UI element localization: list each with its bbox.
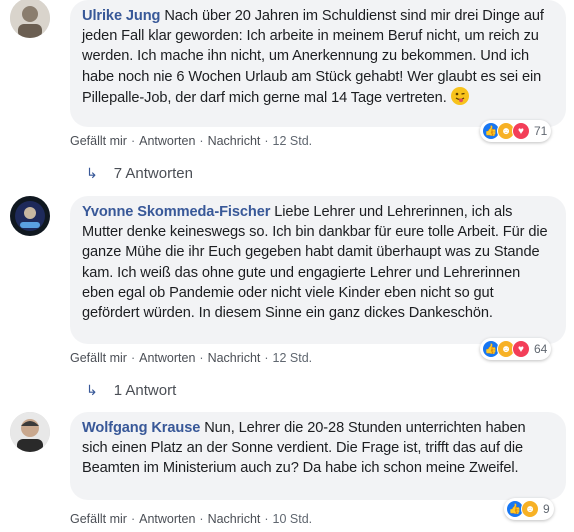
comment-bubble: Ulrike Jung Nach über 20 Jahren im Schul… bbox=[70, 0, 566, 127]
reply-arrow-icon: ↳ bbox=[86, 382, 98, 398]
timestamp[interactable]: 12 Std. bbox=[273, 351, 313, 365]
avatar[interactable] bbox=[10, 196, 50, 236]
reply-button[interactable]: Antworten bbox=[139, 134, 195, 148]
avatar[interactable] bbox=[10, 0, 50, 38]
reply-button[interactable]: Antworten bbox=[139, 351, 195, 365]
comment-text: Ulrike Jung Nach über 20 Jahren im Schul… bbox=[82, 6, 554, 108]
message-button[interactable]: Nachricht bbox=[208, 512, 261, 526]
view-replies-link[interactable]: ↳ 1 Antwort bbox=[86, 382, 176, 399]
message-button[interactable]: Nachricht bbox=[208, 351, 261, 365]
reactions-count: 71 bbox=[534, 124, 548, 138]
timestamp[interactable]: 12 Std. bbox=[273, 134, 313, 148]
comment-actions: Gefällt mir · Antworten · Nachricht · 12 Std. bbox=[70, 351, 313, 365]
like-button[interactable]: Gefällt mir bbox=[70, 512, 127, 526]
comment-body: Liebe Lehrer und Lehrerinnen, ich als Mu… bbox=[82, 204, 548, 322]
reactions-summary[interactable]: 👍 ☻ ♥ 64 bbox=[480, 338, 552, 360]
reply-button[interactable]: Antworten bbox=[139, 512, 195, 526]
avatar[interactable] bbox=[10, 412, 50, 452]
love-reaction-icon: ♥ bbox=[512, 340, 530, 358]
like-button[interactable]: Gefällt mir bbox=[70, 351, 127, 365]
timestamp[interactable]: 10 Std. bbox=[273, 512, 313, 526]
comment-actions: Gefällt mir · Antworten · Nachricht · 10 Std. bbox=[70, 512, 313, 526]
reactions-summary[interactable]: 👍 ☻ 9 bbox=[504, 498, 554, 520]
like-button[interactable]: Gefällt mir bbox=[70, 134, 127, 148]
author-name[interactable]: Wolfgang Krause bbox=[82, 420, 200, 436]
reactions-summary[interactable]: 👍 ☻ ♥ 71 bbox=[480, 120, 552, 142]
reactions-count: 64 bbox=[534, 342, 548, 356]
author-name[interactable]: Ulrike Jung bbox=[82, 8, 160, 24]
comment-actions: Gefällt mir · Antworten · Nachricht · 12 Std. bbox=[70, 134, 313, 148]
comment-text: Wolfgang Krause Nun, Lehrer die 20-28 St… bbox=[82, 418, 554, 479]
replies-label: 7 Antworten bbox=[113, 165, 193, 182]
winking-tongue-emoji-icon bbox=[450, 86, 469, 105]
author-name[interactable]: Yvonne Skommeda-Fischer bbox=[82, 204, 270, 220]
replies-label: 1 Antwort bbox=[113, 382, 177, 399]
haha-reaction-icon: ☻ bbox=[521, 500, 539, 518]
reactions-count: 9 bbox=[543, 502, 550, 516]
view-replies-link[interactable]: ↳ 7 Antworten bbox=[86, 165, 193, 182]
comment-text: Yvonne Skommeda-Fischer Liebe Lehrer und… bbox=[82, 202, 554, 323]
comment-bubble: Yvonne Skommeda-Fischer Liebe Lehrer und… bbox=[70, 196, 566, 344]
love-reaction-icon: ♥ bbox=[512, 122, 530, 140]
comment-bubble: Wolfgang Krause Nun, Lehrer die 20-28 St… bbox=[70, 412, 566, 500]
reply-arrow-icon: ↳ bbox=[86, 165, 98, 181]
message-button[interactable]: Nachricht bbox=[208, 134, 261, 148]
